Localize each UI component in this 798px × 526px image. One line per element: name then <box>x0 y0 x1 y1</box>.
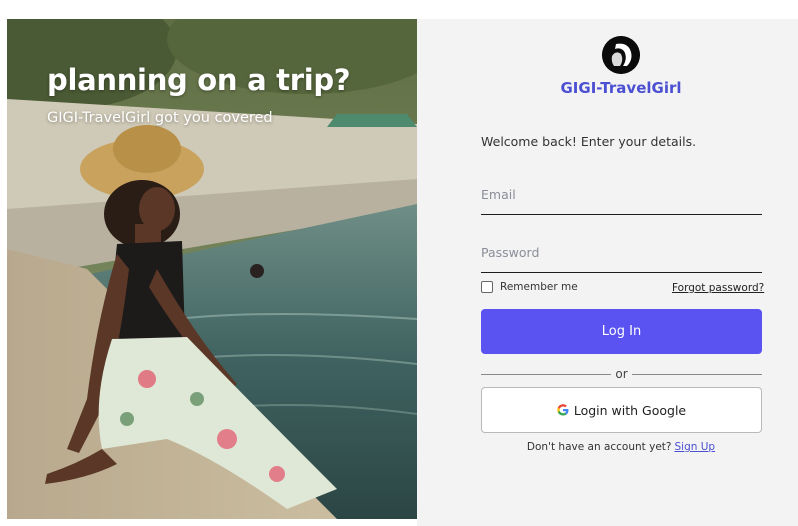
brand-name: GIGI-TravelGirl <box>560 79 682 97</box>
email-field[interactable] <box>481 175 762 215</box>
google-login-label: Login with Google <box>573 402 687 418</box>
divider-line-right <box>632 374 762 375</box>
divider-line-left <box>481 374 611 375</box>
login-page: planning on a trip? GIGI-TravelGirl got … <box>0 0 798 526</box>
brand-logo-art <box>602 36 640 74</box>
welcome-text: Welcome back! Enter your details. <box>481 134 697 149</box>
remember-checkbox[interactable] <box>481 281 493 293</box>
hero-title: planning on a trip? <box>47 63 351 97</box>
hero-subtitle: GIGI-TravelGirl got you covered <box>47 110 273 126</box>
signup-prompt: Don't have an account yet? Sign Up <box>417 441 798 453</box>
password-field[interactable] <box>481 233 762 273</box>
login-panel: GIGI-TravelGirl Welcome back! Enter your… <box>417 19 798 526</box>
or-text: or <box>615 367 628 381</box>
top-strip <box>0 0 798 19</box>
hero-panel: planning on a trip? GIGI-TravelGirl got … <box>7 19 417 519</box>
brand-logo <box>602 36 640 74</box>
login-button[interactable]: Log In <box>481 309 762 354</box>
signup-prompt-text: Don't have an account yet? <box>526 441 672 453</box>
google-g-icon <box>557 404 569 416</box>
remember-label: Remember me <box>500 281 578 293</box>
signup-link[interactable]: Sign Up <box>674 441 715 453</box>
remember-me[interactable]: Remember me <box>481 281 578 293</box>
google-login-button[interactable]: Login with Google <box>481 387 762 433</box>
forgot-password-link[interactable]: Forgot password? <box>672 282 764 294</box>
or-divider: or <box>481 367 762 382</box>
